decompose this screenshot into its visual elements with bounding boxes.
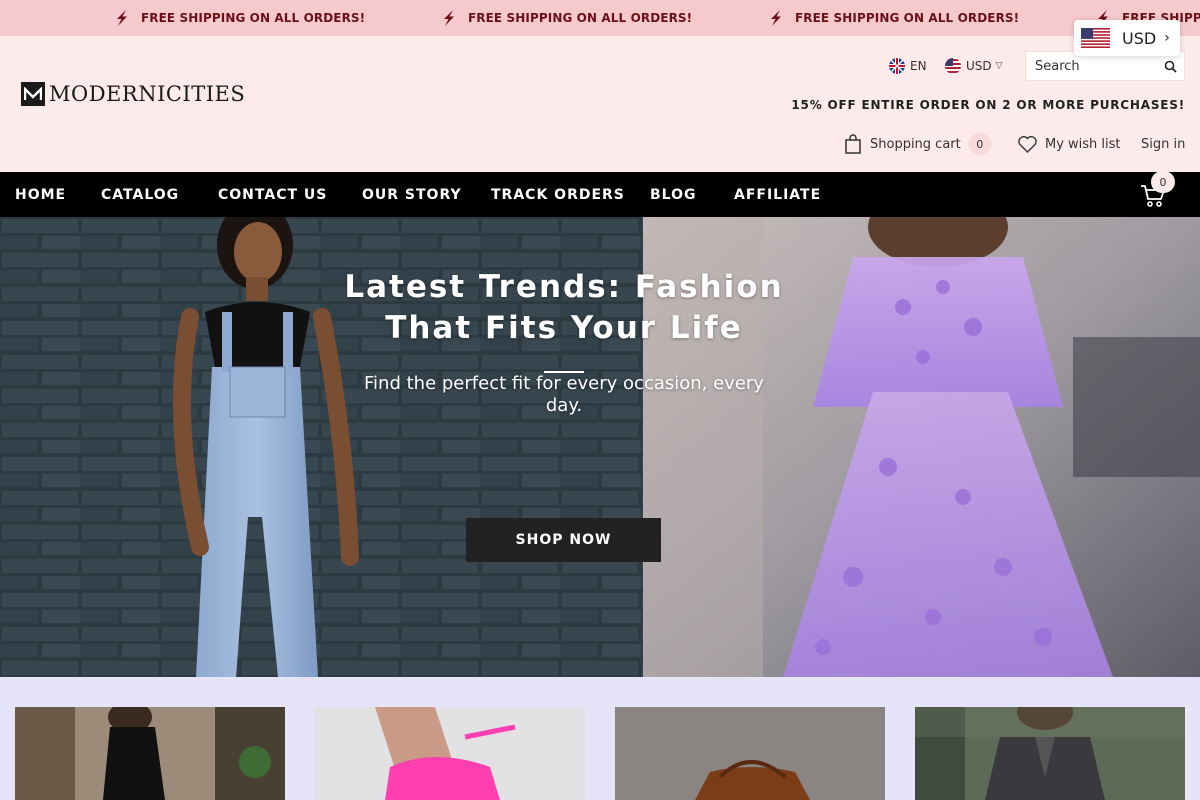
nav-item-affiliate[interactable]: AFFILIATE bbox=[734, 172, 821, 217]
shopping-bag-icon bbox=[845, 134, 861, 154]
sign-in-link[interactable]: Sign in bbox=[1141, 132, 1185, 156]
category-card-grey-suit[interactable] bbox=[915, 707, 1185, 800]
category-card-black-dress[interactable] bbox=[15, 707, 285, 800]
announcement-item: FREE SHIPPING ON ALL ORDERS! bbox=[113, 0, 365, 36]
announcement-item: FREE SHIPPING ON ALL ORDERS! bbox=[440, 0, 692, 36]
hero-subtitle: Find the perfect fit for every occasion,… bbox=[364, 373, 764, 416]
us-flag-icon bbox=[945, 58, 961, 74]
logo-text: MODERNICITIES bbox=[49, 82, 246, 106]
chevron-right-icon: › bbox=[1164, 30, 1170, 46]
hero-banner: Latest Trends: Fashion That Fits Your Li… bbox=[0, 217, 1200, 677]
shopping-cart-link[interactable]: Shopping cart 0 bbox=[844, 132, 991, 156]
nav-item-track-orders[interactable]: TRACK ORDERS bbox=[491, 172, 625, 217]
nav-item-blog[interactable]: BLOG bbox=[650, 172, 697, 217]
heart-icon bbox=[1018, 135, 1037, 153]
announcement-item: FREE SHIPPING ON ALL ORDERS! bbox=[767, 0, 1019, 36]
wishlist-label: My wish list bbox=[1045, 136, 1121, 152]
main-navigation: HOME CATALOG CONTACT US OUR STORY TRACK … bbox=[0, 172, 1200, 217]
chevron-down-icon: ▽ bbox=[995, 61, 1003, 71]
category-card-brown-bag[interactable] bbox=[615, 707, 885, 800]
sign-in-label: Sign in bbox=[1141, 136, 1186, 152]
currency-label: USD bbox=[966, 59, 992, 73]
search-input[interactable] bbox=[1026, 52, 1151, 80]
nav-cart-badge: 0 bbox=[1151, 171, 1175, 193]
language-label: EN bbox=[910, 59, 927, 73]
lightning-bolt-icon bbox=[444, 10, 454, 26]
lightning-bolt-icon bbox=[117, 10, 127, 26]
site-logo[interactable]: MODERNICITIES bbox=[21, 81, 245, 107]
nav-item-catalog[interactable]: CATALOG bbox=[101, 172, 179, 217]
search-icon[interactable] bbox=[1164, 60, 1177, 73]
uk-flag-icon bbox=[889, 58, 905, 74]
category-card-pink-heels[interactable] bbox=[315, 707, 585, 800]
currency-selector[interactable]: USD ▽ bbox=[945, 52, 1003, 80]
logo-mark-icon bbox=[21, 82, 45, 106]
nav-item-our-story[interactable]: OUR STORY bbox=[362, 172, 462, 217]
wishlist-link[interactable]: My wish list bbox=[1018, 132, 1121, 156]
us-flag-icon bbox=[1081, 28, 1110, 48]
cart-count: 0 bbox=[968, 133, 991, 155]
lightning-bolt-icon bbox=[771, 10, 781, 26]
currency-popup-label: USD bbox=[1122, 28, 1157, 48]
shopping-cart-label: Shopping cart bbox=[870, 136, 961, 152]
nav-item-home[interactable]: HOME bbox=[15, 172, 66, 217]
currency-selector-popup[interactable]: USD › bbox=[1074, 20, 1180, 56]
announcement-bar: FREE SHIPPING ON ALL ORDERS! FREE SHIPPI… bbox=[0, 0, 1200, 36]
nav-item-contact-us[interactable]: CONTACT US bbox=[218, 172, 327, 217]
promo-text: 15% OFF ENTIRE ORDER ON 2 OR MORE PURCHA… bbox=[791, 98, 1185, 112]
language-selector[interactable]: EN bbox=[889, 52, 927, 80]
category-strip bbox=[0, 677, 1200, 800]
shop-now-button[interactable]: SHOP NOW bbox=[466, 518, 661, 562]
hero-title: Latest Trends: Fashion That Fits Your Li… bbox=[344, 269, 784, 346]
